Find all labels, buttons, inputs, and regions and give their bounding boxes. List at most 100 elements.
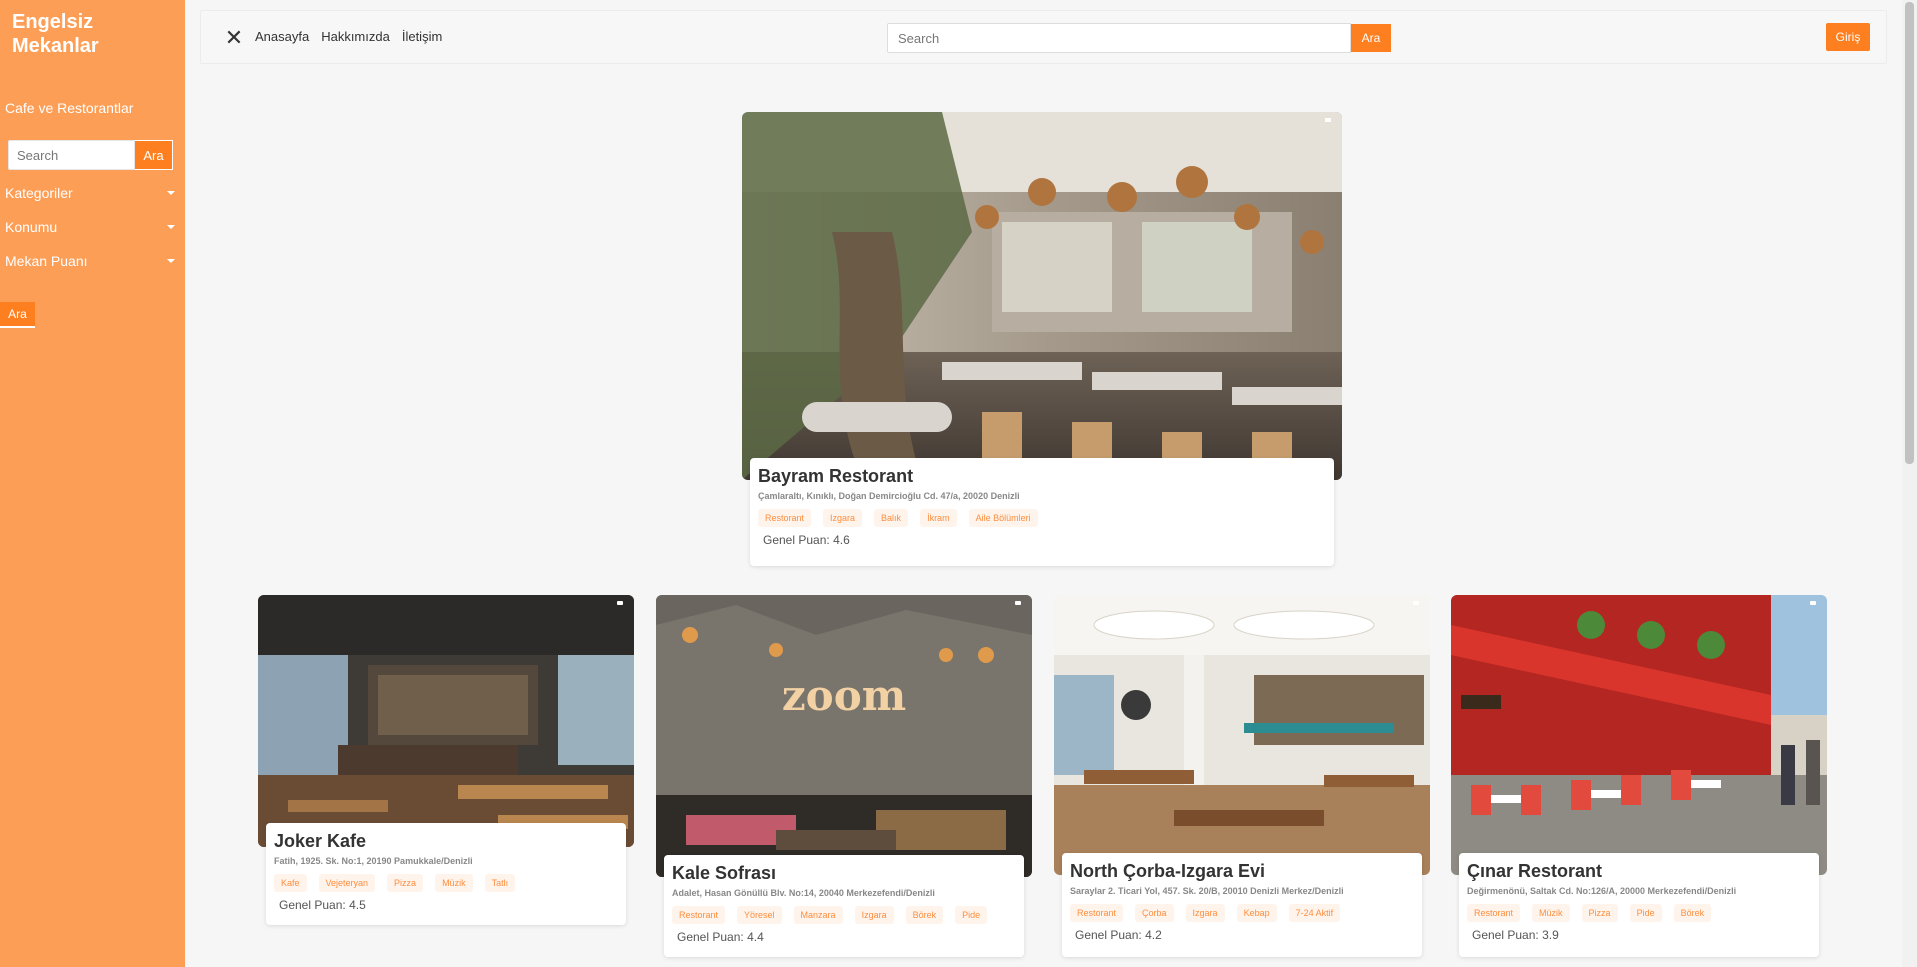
sidebar-search-button[interactable]: Ara (135, 140, 173, 170)
page-scrollbar[interactable] (1902, 0, 1917, 967)
tag: Börek (1673, 904, 1712, 922)
sidebar-filter-submit-button[interactable]: Ara (0, 302, 35, 328)
place-photo (1054, 595, 1430, 875)
place-address: Fatih, 1925. Sk. No:1, 20190 Pamukkale/D… (274, 856, 473, 866)
place-score: Genel Puan: 4.5 (274, 898, 618, 912)
place-address: Saraylar 2. Ticari Yol, 457. Sk. 20/B, 2… (1070, 886, 1344, 896)
photo-indicator-icon (1015, 601, 1021, 605)
tag: Börek (905, 906, 944, 924)
tag: Pizza (387, 874, 424, 892)
sidebar-item-label: Mekan Puanı (5, 253, 88, 269)
tag: Yöresel (737, 906, 782, 924)
top-search-button[interactable]: Ara (1351, 24, 1391, 52)
photo-indicator-icon (1413, 601, 1419, 605)
place-card[interactable]: Joker Kafe Fatih, 1925. Sk. No:1, 20190 … (258, 595, 634, 935)
score-label: Genel Puan: (1472, 928, 1539, 942)
place-info: Çınar Restorant Değirmenönü, Saltak Cd. … (1459, 853, 1819, 957)
place-address: Değirmenönü, Saltak Cd. No:126/A, 20000 … (1467, 886, 1737, 896)
place-address: Adalet, Hasan Gönüllü Blv. No:14, 20040 … (672, 888, 935, 898)
brand-logo[interactable]: Engelsiz Mekanlar (12, 10, 142, 58)
score-label: Genel Puan: (763, 533, 830, 547)
tag: Müzik (1532, 904, 1570, 922)
place-info: Bayram Restorant Çamlaraltı, Kınıklı, Do… (750, 458, 1334, 566)
tag: Izgara (854, 906, 894, 924)
sidebar: Engelsiz Mekanlar Cafe ve Restorantlar A… (0, 0, 185, 967)
caret-down-icon (167, 259, 175, 263)
top-navbar: ✕ Anasayfa Hakkımızda İletişim Ara Giriş (200, 10, 1887, 64)
sidebar-heading: Cafe ve Restorantlar (5, 100, 134, 116)
login-button[interactable]: Giriş (1826, 23, 1870, 51)
close-icon[interactable]: ✕ (221, 25, 247, 51)
score-value: 4.2 (1145, 928, 1162, 942)
tag: Pide (1629, 904, 1662, 922)
place-name[interactable]: Çınar Restorant (1467, 861, 1811, 882)
tag: Tatlı (484, 874, 516, 892)
sidebar-search: Ara (8, 140, 173, 170)
svg-text:zoom: zoom (782, 671, 906, 720)
score-value: 3.9 (1542, 928, 1559, 942)
sidebar-menu: Kategoriler Konumu Mekan Puanı (0, 176, 175, 278)
tag: Restorant (758, 509, 812, 527)
place-info: Joker Kafe Fatih, 1925. Sk. No:1, 20190 … (266, 823, 626, 925)
nav-links: Anasayfa Hakkımızda İletişim (255, 29, 442, 44)
tag: Pizza (1581, 904, 1618, 922)
photo-indicator-icon (617, 601, 623, 605)
score-value: 4.4 (747, 930, 764, 944)
sidebar-item-label: Konumu (5, 219, 58, 235)
sidebar-item-label: Kategoriler (5, 185, 73, 201)
tag: Kebap (1236, 904, 1277, 922)
score-label: Genel Puan: (1075, 928, 1142, 942)
tag: Müzik (435, 874, 473, 892)
nav-link-iletisim[interactable]: İletişim (402, 29, 442, 44)
place-score: Genel Puan: 3.9 (1467, 928, 1811, 942)
place-card[interactable]: zoom Kale Sofrası Adalet, Hasan Gönüllü … (656, 595, 1032, 967)
place-tags: Restorant Yöresel Manzara Izgara Börek P… (672, 906, 1016, 924)
nav-link-anasayfa[interactable]: Anasayfa (255, 29, 309, 44)
place-tags: Restorant Izgara Balık İkram Aile Bölüml… (758, 509, 1326, 527)
place-name[interactable]: Kale Sofrası (672, 863, 1016, 884)
tag: Restorant (1467, 904, 1521, 922)
tag: 7-24 Aktif (1288, 904, 1341, 922)
place-photo (742, 112, 1342, 480)
nav-link-hakkimizda[interactable]: Hakkımızda (321, 29, 390, 44)
place-card[interactable]: North Çorba-Izgara Evi Saraylar 2. Ticar… (1054, 595, 1430, 967)
tag: Restorant (1070, 904, 1124, 922)
featured-place-card[interactable]: Bayram Restorant Çamlaraltı, Kınıklı, Do… (742, 112, 1342, 567)
caret-down-icon (167, 191, 175, 195)
photo-indicator-icon (1325, 118, 1331, 122)
place-info: North Çorba-Izgara Evi Saraylar 2. Ticar… (1062, 853, 1422, 957)
tag: Manzara (793, 906, 843, 924)
score-label: Genel Puan: (677, 930, 744, 944)
place-name[interactable]: Joker Kafe (274, 831, 618, 852)
score-value: 4.6 (833, 533, 850, 547)
place-address: Çamlaraltı, Kınıklı, Doğan Demircioğlu C… (758, 491, 1020, 501)
scrollbar-thumb[interactable] (1905, 2, 1914, 464)
tag: Balık (874, 509, 909, 527)
place-tags: Kafe Vejeteryan Pizza Müzik Tatlı (274, 874, 618, 892)
place-score: Genel Puan: 4.4 (672, 930, 1016, 944)
sidebar-item-mekan-puani[interactable]: Mekan Puanı (0, 244, 175, 278)
place-score: Genel Puan: 4.2 (1070, 928, 1414, 942)
place-name[interactable]: Bayram Restorant (758, 466, 1326, 487)
place-photo (258, 595, 634, 847)
place-name[interactable]: North Çorba-Izgara Evi (1070, 861, 1414, 882)
tag: Kafe (274, 874, 307, 892)
place-photo (1451, 595, 1827, 875)
tag: Izgara (1185, 904, 1225, 922)
top-search-input[interactable] (887, 23, 1351, 53)
place-tags: Restorant Çorba Izgara Kebap 7-24 Aktif (1070, 904, 1414, 922)
tag: Pide (955, 906, 988, 924)
tag: Izgara (823, 509, 863, 527)
place-photo: zoom (656, 595, 1032, 877)
tag: Aile Bölümleri (968, 509, 1038, 527)
sidebar-item-kategoriler[interactable]: Kategoriler (0, 176, 175, 210)
top-search: Ara (887, 23, 1391, 53)
caret-down-icon (167, 225, 175, 229)
sidebar-item-konumu[interactable]: Konumu (0, 210, 175, 244)
place-card[interactable]: Çınar Restorant Değirmenönü, Saltak Cd. … (1451, 595, 1827, 967)
place-tags: Restorant Müzik Pizza Pide Börek (1467, 904, 1811, 922)
tag: Çorba (1135, 904, 1174, 922)
score-label: Genel Puan: (279, 898, 346, 912)
sidebar-search-input[interactable] (8, 140, 135, 170)
score-value: 4.5 (349, 898, 366, 912)
